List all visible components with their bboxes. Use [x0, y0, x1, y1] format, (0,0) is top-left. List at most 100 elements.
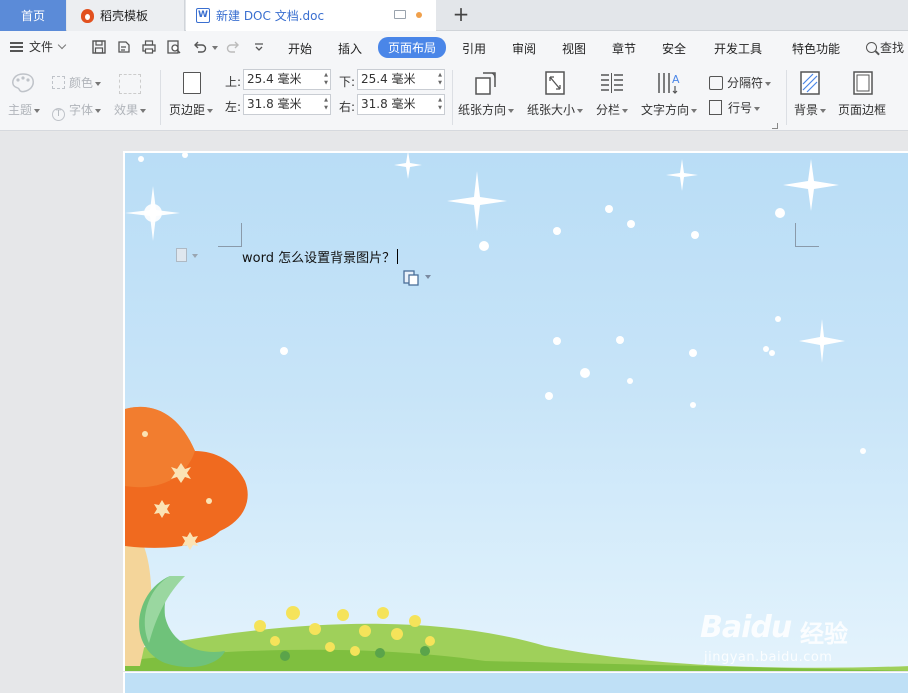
left-margin-input[interactable]: 31.8 毫米 [243, 94, 331, 115]
background-button[interactable]: 背景 [794, 101, 827, 118]
menu-view[interactable]: 视图 [562, 40, 586, 57]
left-margin-label: 左: [225, 100, 242, 114]
ribbon-separator [160, 70, 161, 125]
menu-special-features[interactable]: 特色功能 [792, 40, 840, 57]
print-preview-icon[interactable] [166, 39, 182, 55]
orientation-label: 纸张方向 [458, 103, 507, 117]
watermark-url: jingyan.baidu.com [704, 650, 833, 665]
effect-icon [119, 74, 141, 94]
paste-options-icon[interactable] [402, 268, 420, 286]
color-grid-icon [52, 76, 65, 89]
right-margin-input[interactable]: 31.8 毫米 [357, 94, 445, 115]
paper-size-label: 纸张大小 [527, 103, 576, 117]
chevron-down-icon[interactable] [425, 275, 431, 279]
chevron-down-icon [57, 40, 67, 50]
watermark-chinese: 经验 [800, 620, 848, 648]
word-doc-icon: W [196, 8, 210, 23]
chevron-down-icon [622, 108, 629, 113]
top-margin-input[interactable]: 25.4 毫米 [243, 69, 331, 90]
ribbon-separator [786, 70, 787, 125]
chevron-down-icon [192, 254, 198, 258]
color-button[interactable]: 颜色 [52, 74, 102, 91]
tab-document[interactable]: W 新建 DOC 文档.doc [186, 0, 436, 31]
new-tab-button[interactable]: + [450, 3, 472, 27]
margins-button[interactable]: 页边距 [169, 101, 214, 118]
chevron-down-icon [95, 108, 102, 113]
margin-corner-marker [795, 223, 819, 247]
text-direction-button[interactable]: 文字方向 [641, 101, 698, 118]
chevron-down-icon [140, 108, 147, 113]
margins-icon [183, 72, 201, 94]
chevron-down-icon [754, 106, 761, 111]
undo-dropdown-icon[interactable] [212, 46, 218, 50]
save-icon[interactable] [91, 39, 107, 55]
columns-button[interactable]: 分栏 [596, 101, 629, 118]
columns-label: 分栏 [596, 103, 621, 117]
orientation-icon [475, 72, 496, 95]
paper-size-button[interactable]: 纸张大小 [527, 101, 584, 118]
page-border-button[interactable]: 页面边框 [838, 101, 886, 118]
menu-bar: 文件 开始 插入 页面布局 引用 审阅 视图 章节 安全 开发工具 特色功能 查… [0, 31, 908, 64]
undo-icon[interactable] [192, 39, 208, 55]
page-setup-launcher-icon[interactable] [772, 123, 778, 129]
font-t-icon: T [52, 108, 65, 121]
breaks-icon [709, 76, 723, 90]
ribbon-page-layout: 主题 颜色 T 字体 效果 页边距 上: 25.4 毫米 下: 25.4 毫米 左… [0, 64, 908, 131]
tab-document-label: 新建 DOC 文档.doc [216, 9, 325, 23]
redo-icon[interactable] [225, 39, 241, 55]
chevron-down-icon [207, 108, 214, 113]
tab-template-label: 稻壳模板 [100, 9, 149, 23]
line-numbers-label: 行号 [728, 101, 753, 115]
menu-home[interactable]: 开始 [288, 40, 312, 57]
line-numbers-button[interactable]: 行号 [709, 99, 761, 116]
print-icon[interactable] [141, 39, 157, 55]
output-pdf-icon[interactable] [116, 39, 132, 55]
text-direction-icon: A [658, 73, 680, 94]
background-icon [800, 71, 820, 95]
baidu-jingyan-watermark: Baidu 经验 jingyan.baidu.com [700, 600, 900, 670]
search-icon [866, 42, 877, 53]
bottom-margin-input[interactable]: 25.4 毫米 [357, 69, 445, 90]
breaks-button[interactable]: 分隔符 [709, 74, 772, 91]
next-page [123, 672, 908, 693]
menu-developer[interactable]: 开发工具 [714, 40, 762, 57]
file-menu-button[interactable]: 文件 [10, 38, 67, 55]
orientation-button[interactable]: 纸张方向 [458, 101, 515, 118]
text-cursor [397, 249, 399, 264]
tab-template[interactable]: 稻壳模板 [67, 0, 185, 31]
customize-toolbar-icon[interactable] [251, 39, 267, 55]
chevron-down-icon [34, 108, 41, 113]
menu-review[interactable]: 审阅 [512, 40, 536, 57]
theme-button[interactable]: 主题 [8, 101, 41, 118]
hamburger-icon [10, 41, 23, 52]
monitor-icon[interactable] [394, 10, 406, 19]
font-label: 字体 [69, 103, 94, 117]
file-menu-label: 文件 [29, 40, 54, 54]
tab-home[interactable]: 首页 [0, 0, 66, 31]
bottom-margin-label: 下: [339, 75, 356, 89]
top-margin-label: 上: [225, 75, 242, 89]
margins-label: 页边距 [169, 103, 206, 117]
margin-corner-marker [218, 223, 242, 247]
font-button[interactable]: T 字体 [52, 101, 102, 121]
theme-label: 主题 [8, 103, 33, 117]
background-picture [125, 153, 908, 671]
docer-logo-icon [81, 8, 94, 23]
svg-text:A: A [672, 73, 680, 86]
right-margin-label: 右: [339, 100, 356, 114]
document-text[interactable]: word 怎么设置背景图片？ [242, 247, 399, 266]
menu-references[interactable]: 引用 [462, 40, 486, 57]
document-text-content: word 怎么设置背景图片？ [242, 251, 396, 266]
unsaved-dot-icon [416, 12, 422, 18]
tab-bar: 首页 稻壳模板 W 新建 DOC 文档.doc + [0, 0, 908, 31]
effect-label: 效果 [114, 103, 139, 117]
effect-button[interactable]: 效果 [114, 101, 147, 118]
menu-page-layout[interactable]: 页面布局 [378, 37, 447, 58]
menu-chapter[interactable]: 章节 [612, 40, 636, 57]
search-button[interactable]: 查找 [866, 39, 904, 56]
paragraph-handle-icon[interactable] [176, 248, 187, 262]
paper-size-icon [545, 71, 565, 95]
chevron-down-icon [691, 108, 698, 113]
menu-security[interactable]: 安全 [662, 40, 686, 57]
menu-insert[interactable]: 插入 [338, 40, 362, 57]
